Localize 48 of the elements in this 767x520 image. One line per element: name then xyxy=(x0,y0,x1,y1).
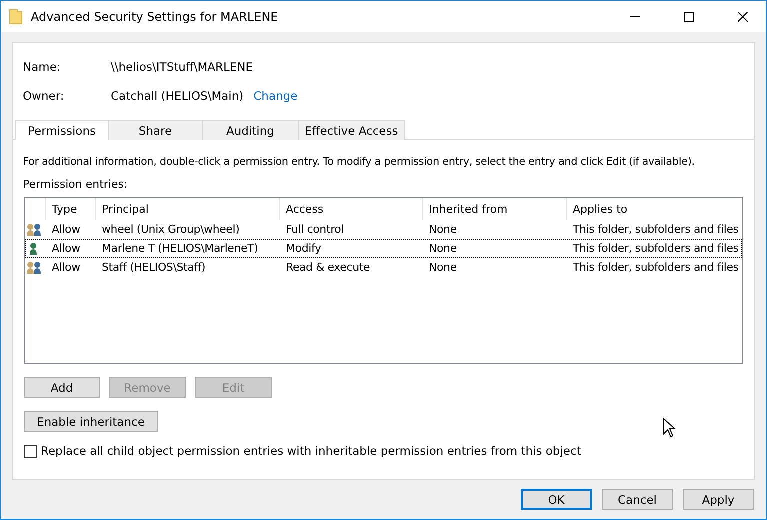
column-header[interactable]: Type xyxy=(45,198,95,220)
mouse-pointer-icon xyxy=(663,418,676,438)
checkbox[interactable] xyxy=(24,444,37,458)
change-link[interactable]: Change xyxy=(254,88,298,102)
dialog-button[interactable]: Cancel xyxy=(602,489,673,510)
table-cell-text: Allow xyxy=(51,223,82,236)
table-cell-text: This folder, subfolders and files xyxy=(572,223,740,236)
tab[interactable]: Effective Access xyxy=(298,120,406,140)
dialog-button[interactable]: OK xyxy=(521,489,592,510)
close-icon[interactable] xyxy=(738,12,748,22)
permission-entry[interactable]: Allow wheel (Unix Group\wheel) Full control None This folder, subfolders and files xyxy=(25,220,742,239)
column-header[interactable]: Applies to xyxy=(566,198,742,220)
owner-label: Owner: xyxy=(23,88,66,102)
folder-icon xyxy=(9,8,23,24)
table-cell-text: None xyxy=(428,261,458,274)
tab[interactable]: Share xyxy=(108,120,203,140)
maximize-icon[interactable] xyxy=(684,12,694,22)
tab[interactable]: Auditing xyxy=(202,120,299,140)
table-cell-text: This folder, subfolders and files xyxy=(572,261,740,274)
enable-inheritance-button[interactable]: Enable inheritance xyxy=(24,411,158,432)
window-title: Advanced Security Settings for MARLENE xyxy=(31,10,280,24)
owner-value: Catchall (HELIOS\Main) xyxy=(111,88,244,102)
column-header[interactable]: Principal xyxy=(95,198,279,220)
dialog-button[interactable]: Apply xyxy=(683,489,754,510)
name-label: Name: xyxy=(23,60,62,74)
column-header[interactable]: Inherited from xyxy=(422,198,566,220)
table-cell-text: Allow xyxy=(51,242,82,255)
table-cell-text: None xyxy=(428,242,458,255)
entries-label: Permission entries: xyxy=(23,178,129,191)
table-cell-text: wheel (Unix Group\wheel) xyxy=(101,223,241,236)
name-value: \\helios\ITStuff\MARLENE xyxy=(111,60,254,74)
entry-button[interactable]: Add xyxy=(24,377,100,398)
table-cell-text: Read & execute xyxy=(285,261,372,274)
info-text: For additional information, double-click a permission entry. To modify a permission entry, select the entry and click Edit (if available). xyxy=(23,156,695,168)
column-header[interactable]: Access xyxy=(279,198,422,220)
checkbox-label: Replace all child object permission entries with inheritable permission entries from this object xyxy=(41,444,582,458)
table-cell-text: This folder, subfolders and files xyxy=(572,242,740,255)
table-cell-text: Marlene T (HELIOS\MarleneT) xyxy=(101,242,260,255)
tab[interactable]: Permissions xyxy=(15,120,109,140)
table-cell-text: Modify xyxy=(285,242,322,255)
table-cell-text: Full control xyxy=(285,223,346,236)
user-group-icon xyxy=(27,260,43,274)
table-cell-text: Allow xyxy=(51,261,82,274)
permission-entry[interactable]: Allow Staff (HELIOS\Staff) Read & execute None This folder, subfolders and files xyxy=(25,258,742,277)
user-group-icon xyxy=(27,222,43,236)
permission-entry[interactable]: Allow Marlene T (HELIOS\MarleneT) Modify None This folder, subfolders and files xyxy=(25,239,742,258)
table-cell-text: Staff (HELIOS\Staff) xyxy=(101,261,207,274)
table-cell-text: None xyxy=(428,223,458,236)
